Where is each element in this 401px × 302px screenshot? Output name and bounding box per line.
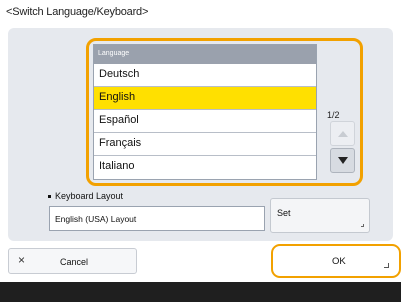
bullet-icon bbox=[48, 195, 51, 199]
triangle-down-icon bbox=[337, 157, 348, 164]
keyboard-layout-label: Keyboard Layout bbox=[48, 191, 123, 201]
cancel-button-label: Cancel bbox=[60, 257, 89, 267]
screen-title: <Switch Language/Keyboard> bbox=[6, 6, 149, 18]
language-item-francais[interactable]: Français bbox=[94, 133, 316, 156]
language-list-header: Language bbox=[94, 45, 316, 64]
corner-mark-icon bbox=[361, 224, 364, 227]
cancel-button[interactable]: × Cancel bbox=[8, 248, 137, 274]
triangle-up-icon bbox=[337, 130, 348, 137]
close-icon: × bbox=[18, 253, 26, 267]
language-item-english[interactable]: English bbox=[94, 87, 316, 110]
set-button[interactable]: Set bbox=[270, 198, 370, 233]
corner-mark-icon bbox=[384, 263, 389, 268]
language-item-espanol[interactable]: Español bbox=[94, 110, 316, 133]
language-item-italiano[interactable]: Italiano bbox=[94, 156, 316, 179]
keyboard-layout-label-text: Keyboard Layout bbox=[55, 191, 124, 201]
scroll-down-button[interactable] bbox=[330, 148, 355, 173]
ok-button[interactable]: OK bbox=[271, 244, 401, 278]
set-button-label: Set bbox=[277, 208, 291, 218]
page-indicator: 1/2 bbox=[327, 110, 340, 120]
bottom-bar bbox=[0, 282, 401, 302]
language-list: Language Deutsch English Español Françai… bbox=[93, 44, 317, 180]
keyboard-layout-field: English (USA) Layout bbox=[49, 206, 265, 231]
scroll-up-button[interactable] bbox=[330, 121, 355, 146]
ok-button-label: OK bbox=[332, 256, 346, 267]
language-item-deutsch[interactable]: Deutsch bbox=[94, 64, 316, 87]
